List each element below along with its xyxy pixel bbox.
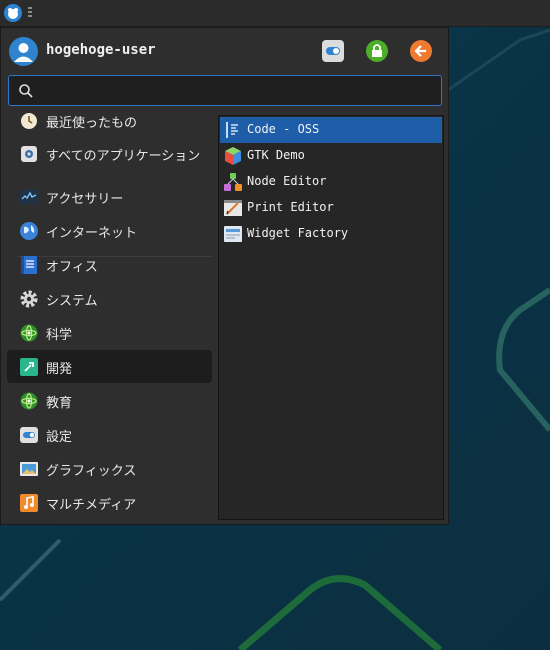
gtk-demo-icon	[225, 147, 241, 165]
internet-globe-icon	[20, 222, 38, 240]
widget-factory-icon	[224, 226, 242, 242]
application-menu: hogehoge-user 最近使ったもの すべてのアプリケーション アクセサリ…	[0, 27, 449, 525]
category-settings[interactable]: 設定	[7, 418, 212, 451]
app-item-code-oss[interactable]: Code - OSS	[220, 117, 442, 143]
category-label: マルチメディア	[46, 498, 137, 513]
category-recent[interactable]: 最近使ったもの	[7, 108, 212, 137]
accessories-icon	[20, 190, 38, 204]
category-label: グラフィックス	[46, 464, 137, 479]
category-all-applications[interactable]: すべてのアプリケーション	[7, 137, 212, 170]
recent-icon	[21, 113, 37, 129]
category-accessories[interactable]: アクセサリー	[7, 180, 212, 213]
all-apps-icon	[21, 146, 37, 162]
node-editor-icon	[224, 173, 242, 191]
search-icon	[19, 84, 33, 98]
education-icon	[20, 392, 38, 410]
logout-button[interactable]	[410, 40, 432, 62]
category-label: インターネット	[46, 226, 138, 241]
office-icon	[21, 256, 37, 274]
app-menu-logo-icon[interactable]	[4, 4, 22, 22]
category-label: すべてのアプリケーション	[46, 149, 201, 164]
logout-icon	[414, 45, 426, 57]
user-avatar-icon	[9, 37, 38, 66]
lock-screen-button[interactable]	[366, 40, 388, 62]
science-icon	[20, 324, 38, 342]
category-system[interactable]: システム	[7, 282, 212, 315]
category-list: 最近使ったもの すべてのアプリケーション アクセサリー インターネット オフィス…	[7, 108, 213, 523]
app-item-print-editor[interactable]: Print Editor	[220, 195, 442, 221]
app-item-widget-factory[interactable]: Widget Factory	[220, 221, 442, 247]
category-label: 設定	[46, 430, 73, 445]
app-label: Code - OSS	[247, 122, 320, 136]
category-development[interactable]: 開発	[7, 350, 212, 383]
development-icon	[20, 358, 38, 376]
application-list: Code - OSS GTK Demo Node Editor Print Ed…	[218, 115, 444, 520]
category-label: システム	[46, 294, 98, 309]
print-editor-icon	[224, 200, 242, 216]
category-education[interactable]: 教育	[7, 384, 212, 417]
lock-icon	[372, 44, 382, 57]
app-label: GTK Demo	[247, 148, 305, 162]
category-label: 開発	[46, 362, 73, 377]
top-panel	[0, 0, 550, 27]
category-label: 最近使ったもの	[46, 116, 138, 131]
category-multimedia[interactable]: マルチメディア	[7, 486, 212, 519]
category-science[interactable]: 科学	[7, 316, 212, 349]
settings-icon	[20, 427, 38, 443]
app-label: Node Editor	[247, 174, 327, 188]
category-label: 科学	[46, 328, 73, 343]
graphics-icon	[20, 462, 38, 476]
category-graphics[interactable]: グラフィックス	[7, 452, 212, 485]
panel-handle-icon[interactable]	[28, 7, 32, 19]
app-label: Widget Factory	[247, 226, 349, 240]
category-internet[interactable]: インターネット	[7, 214, 212, 247]
app-label: Print Editor	[247, 200, 334, 214]
multimedia-icon	[20, 494, 38, 512]
code-oss-icon	[224, 121, 242, 139]
category-office[interactable]: オフィス	[7, 248, 212, 281]
category-label: アクセサリー	[46, 192, 124, 207]
username: hogehoge-user	[46, 42, 156, 58]
search-input[interactable]	[39, 80, 433, 102]
category-label: オフィス	[46, 260, 98, 275]
settings-toggle-icon	[326, 47, 340, 55]
search-box[interactable]	[8, 75, 442, 106]
app-item-gtk-demo[interactable]: GTK Demo	[220, 143, 442, 169]
category-label: 教育	[46, 396, 73, 411]
settings-toggle-button[interactable]	[322, 40, 344, 62]
app-item-node-editor[interactable]: Node Editor	[220, 169, 442, 195]
system-gear-icon	[20, 290, 38, 308]
